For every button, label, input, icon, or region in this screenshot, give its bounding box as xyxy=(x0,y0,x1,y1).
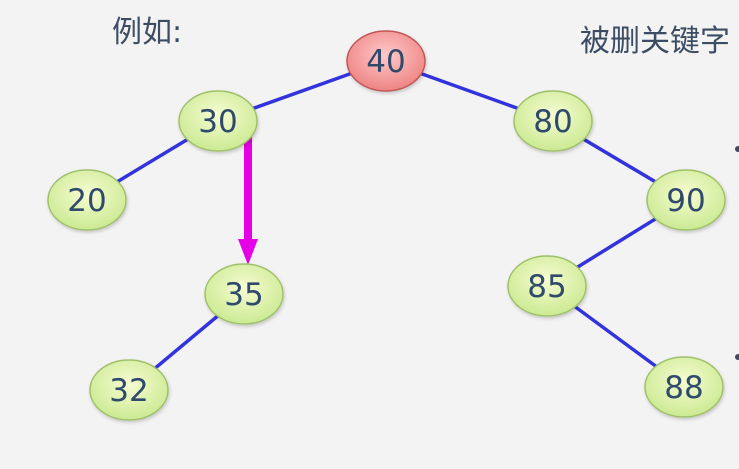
root-node: 40 xyxy=(346,30,426,92)
bst-deletion-slide: 例如: 被删关键字 40 30 80 20 35 90 32 85 88 xyxy=(0,0,739,469)
tree-node: 80 xyxy=(513,90,593,152)
tree-node: 35 xyxy=(204,263,284,325)
node-value: 32 xyxy=(109,373,148,409)
node-value: 85 xyxy=(527,269,566,305)
node-value: 35 xyxy=(224,277,263,313)
tree-node: 30 xyxy=(178,90,258,152)
node-value: 40 xyxy=(366,44,405,80)
node-value: 80 xyxy=(533,104,572,140)
tree-node: 90 xyxy=(646,169,726,231)
tree-node: 32 xyxy=(89,359,169,421)
replacement-arrow-head xyxy=(238,239,258,265)
node-value: 90 xyxy=(666,183,705,219)
binary-search-tree: 40 30 80 20 35 90 32 85 88 xyxy=(47,30,726,421)
node-value: 88 xyxy=(664,370,703,406)
node-value: 30 xyxy=(198,104,237,140)
node-value: 20 xyxy=(67,183,106,219)
tree-node: 85 xyxy=(507,255,587,317)
replacement-arrow-shaft xyxy=(244,131,252,241)
tree-node: 88 xyxy=(644,356,724,418)
tree-node: 20 xyxy=(47,169,127,231)
